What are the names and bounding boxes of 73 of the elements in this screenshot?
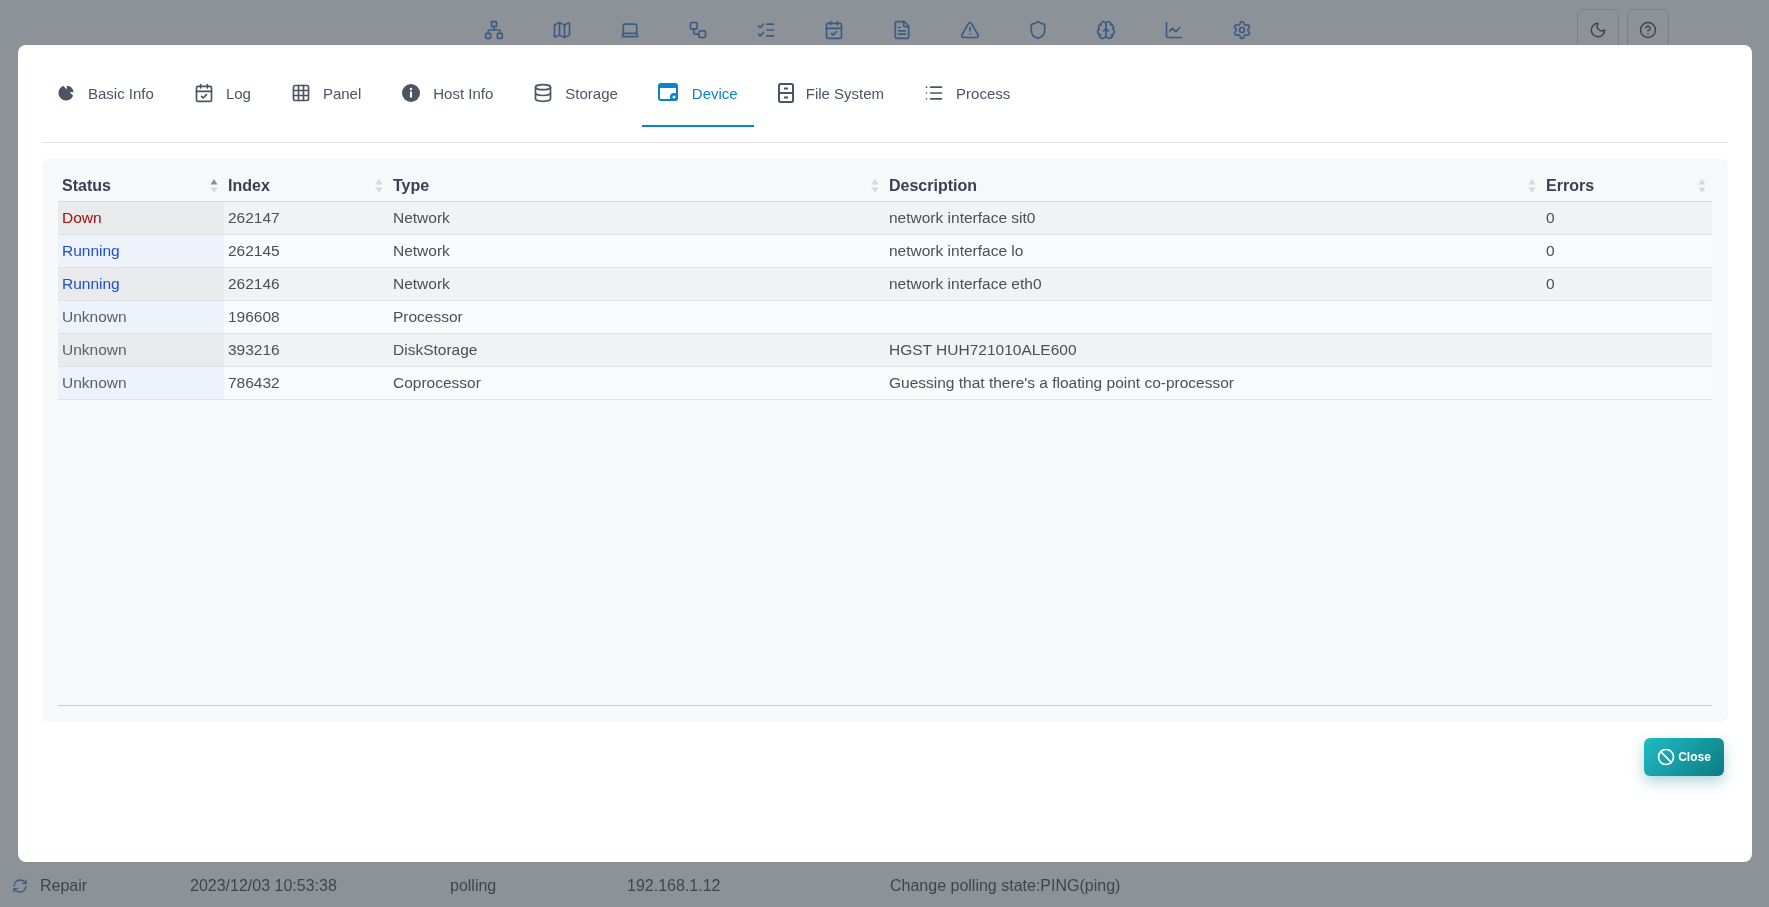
settings-icon[interactable] (1232, 20, 1252, 40)
status-text: Unknown (62, 308, 127, 326)
list-icon (924, 83, 945, 103)
tab[interactable]: Process (908, 45, 1027, 127)
grid-icon (290, 83, 311, 103)
table-cell: 0 (1546, 275, 1555, 293)
status-text: Running (62, 242, 120, 260)
laptop-icon[interactable] (620, 20, 640, 40)
map-icon[interactable] (552, 20, 572, 40)
calendar-check-icon[interactable] (824, 20, 844, 40)
log-cell-text: 192.168.1.12 (627, 877, 722, 895)
column-header[interactable]: Description (889, 177, 977, 195)
cabinet-icon (777, 83, 794, 103)
table-cell: network interface lo (889, 242, 1024, 260)
column-header[interactable]: Status (62, 177, 111, 195)
sort-icon[interactable] (375, 178, 383, 194)
sort-icon[interactable] (1698, 178, 1706, 194)
log-cell-text: polling (450, 877, 498, 895)
column-header[interactable]: Type (393, 177, 430, 195)
table-cell: 0 (1546, 242, 1555, 260)
table-cell: HGST HUH721010ALE600 (889, 341, 1077, 359)
sort-icon[interactable] (210, 178, 218, 194)
tab[interactable]: Basic Info (56, 45, 170, 127)
table-cell: 262145 (228, 242, 280, 260)
tab[interactable]: Host Info (385, 45, 510, 127)
table-cell: 786432 (228, 374, 280, 392)
table-cell: Processor (393, 308, 463, 326)
table-cell: Network (393, 209, 450, 227)
calendar-check-icon (193, 83, 214, 103)
log-cell-text: Change polling state:PING(ping) (890, 877, 1122, 895)
sort-icon[interactable] (1528, 178, 1536, 194)
warning-icon[interactable] (960, 20, 980, 40)
table-cell: DiskStorage (393, 341, 478, 359)
log-cell-text: 2023/12/03 10:53:38 (190, 877, 338, 895)
status-text: Down (62, 209, 102, 227)
database-icon (533, 83, 554, 103)
tab[interactable]: Log (177, 45, 267, 127)
tab[interactable]: Storage (517, 45, 634, 127)
table-cell: Network (393, 242, 450, 260)
log-cell-text: Repair (40, 877, 89, 895)
ban-icon (1657, 748, 1676, 766)
network-icon[interactable] (484, 20, 504, 40)
window-gear-icon (657, 83, 680, 103)
document-icon[interactable] (892, 20, 912, 40)
tab[interactable]: Panel (274, 45, 378, 127)
tab[interactable]: Device (641, 45, 754, 127)
tab[interactable]: File System (761, 45, 901, 127)
status-text: Unknown (62, 374, 127, 392)
table-cell: Guessing that there's a floating point co-processor (889, 374, 1234, 392)
moon-icon (1589, 21, 1607, 39)
pie-chart-icon (56, 83, 76, 103)
table-cell: 393216 (228, 341, 280, 359)
line-chart-icon[interactable] (1164, 20, 1184, 40)
table-cell: network interface sit0 (889, 209, 1036, 227)
table-cell: 262146 (228, 275, 280, 293)
checklist-icon[interactable] (756, 20, 776, 40)
column-header[interactable]: Errors (1546, 177, 1595, 195)
table-cell: 262147 (228, 209, 280, 227)
help-icon (1639, 21, 1657, 39)
table-cell: 196608 (228, 308, 280, 326)
brain-icon[interactable] (1096, 20, 1116, 40)
shield-icon[interactable] (1028, 20, 1048, 40)
table-cell: network interface eth0 (889, 275, 1042, 293)
status-text: Running (62, 275, 120, 293)
status-text: Unknown (62, 341, 127, 359)
close-button[interactable]: Close (1644, 738, 1724, 776)
column-header[interactable]: Index (228, 177, 270, 195)
info-icon (401, 83, 422, 103)
workflow-icon[interactable] (688, 20, 708, 40)
table-cell: Coprocessor (393, 374, 481, 392)
table-cell: 0 (1546, 209, 1555, 227)
sort-icon[interactable] (871, 178, 879, 194)
table-cell: Network (393, 275, 450, 293)
